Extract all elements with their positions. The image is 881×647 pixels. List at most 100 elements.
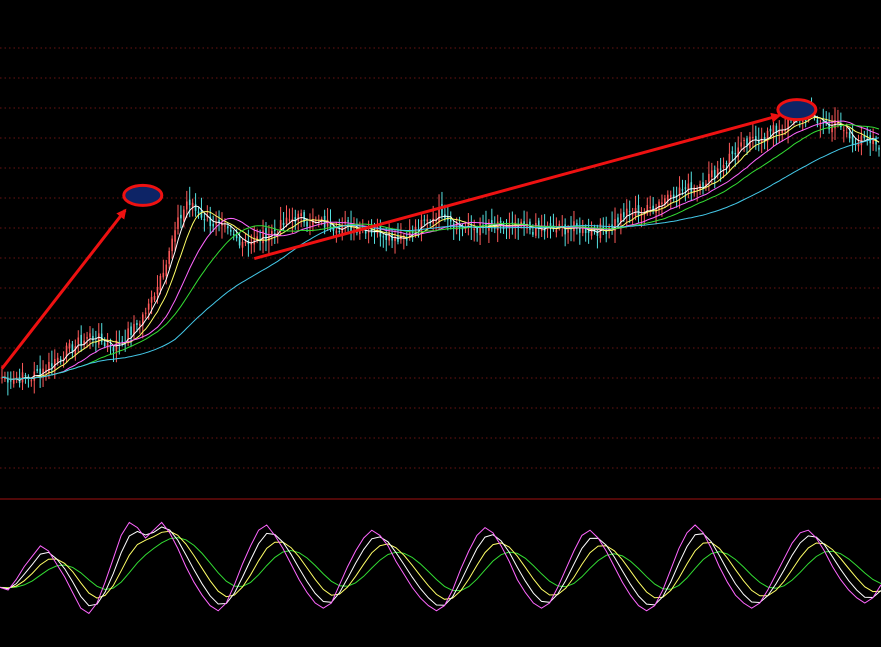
candle-body (180, 214, 182, 219)
candle-body (30, 380, 33, 382)
candle-body (499, 220, 502, 223)
candle-body (56, 357, 59, 363)
candle-body (103, 342, 106, 347)
candle-body (285, 217, 288, 224)
candle-body (241, 241, 244, 248)
peak-marker (122, 183, 164, 207)
candle-body (587, 230, 590, 233)
candle-body (156, 286, 159, 295)
candle-body (423, 219, 426, 221)
oscillator-line-k (0, 526, 881, 607)
candle-body (338, 231, 341, 233)
candle-body (273, 229, 276, 232)
candle-body (238, 236, 241, 246)
candle-body (174, 230, 176, 242)
candle-body (150, 297, 153, 303)
oscillator-line-d (0, 530, 881, 600)
candle-body (24, 375, 27, 377)
candle-body (816, 119, 819, 124)
candle-body (335, 230, 338, 234)
candle-body (787, 118, 789, 132)
candle-body (405, 239, 408, 241)
price-candles (1, 97, 880, 396)
candle-body (86, 336, 88, 339)
ma-line-60 (1, 137, 880, 380)
candle-body (200, 210, 203, 218)
candle-body (564, 224, 566, 235)
candle-body (185, 201, 188, 210)
peak-marker (776, 98, 818, 122)
candle-body (719, 168, 722, 170)
candle-body (658, 201, 660, 210)
candle-body (711, 170, 713, 178)
candle-body (36, 369, 38, 371)
candle-body (860, 135, 863, 146)
ma-line-5 (1, 115, 880, 381)
candle-body (139, 323, 141, 326)
candle-body (48, 361, 50, 373)
candle-body (769, 128, 772, 132)
candle-body (625, 208, 628, 216)
candle-body (197, 211, 200, 214)
candle-body (845, 132, 848, 134)
candle-body (306, 221, 308, 227)
candle-body (15, 377, 18, 379)
candle-body (74, 346, 77, 356)
candle-body (743, 139, 745, 141)
candle-body (21, 372, 24, 383)
candle-body (567, 229, 569, 233)
candle-body (713, 169, 716, 179)
candle-body (690, 182, 693, 194)
candle-body (631, 214, 634, 216)
candle-body (279, 219, 282, 231)
candle-body (843, 130, 845, 132)
candle-body (476, 228, 478, 233)
candle-body (271, 231, 273, 235)
candle-body (734, 153, 737, 155)
candle-body (162, 272, 165, 278)
candle-body (623, 212, 625, 218)
candle-body (65, 345, 68, 357)
candle-body (77, 337, 80, 345)
candle-body (725, 163, 728, 165)
candle-body (147, 303, 150, 310)
candle-body (235, 235, 238, 239)
candle-body (778, 130, 781, 135)
candle-body (752, 136, 754, 139)
candle-body (617, 217, 619, 223)
candle-body (177, 217, 179, 229)
candle-body (212, 223, 214, 227)
candle-body (9, 380, 12, 382)
candle-body (203, 218, 206, 221)
candle-body (878, 147, 880, 150)
candle-body (473, 228, 476, 231)
candle-body (227, 226, 229, 229)
candle-body (229, 229, 232, 232)
candle-body (53, 359, 56, 369)
candle-body (51, 363, 53, 367)
candle-body (819, 124, 822, 126)
candle-body (535, 223, 537, 236)
candle-body (740, 142, 742, 147)
candle-body (300, 213, 302, 216)
candle-body (426, 219, 429, 222)
candle-body (702, 182, 704, 187)
candle-body (121, 340, 124, 342)
candle-body (649, 207, 652, 209)
oscillator-panel (0, 521, 881, 615)
candle-body (722, 164, 725, 169)
candle-body (109, 346, 112, 348)
candle-body (297, 213, 300, 221)
candle-body (153, 295, 156, 300)
candle-body (532, 231, 534, 235)
moving-average-lines (1, 115, 880, 381)
candle-body (89, 333, 91, 338)
price-grid (0, 47, 881, 469)
candle-body (728, 153, 731, 165)
candle-body (637, 205, 640, 217)
candle-body (130, 326, 132, 335)
stock-chart-window (0, 0, 881, 647)
candle-body (188, 199, 191, 206)
candle-body (97, 333, 100, 345)
candle-body (851, 135, 854, 146)
